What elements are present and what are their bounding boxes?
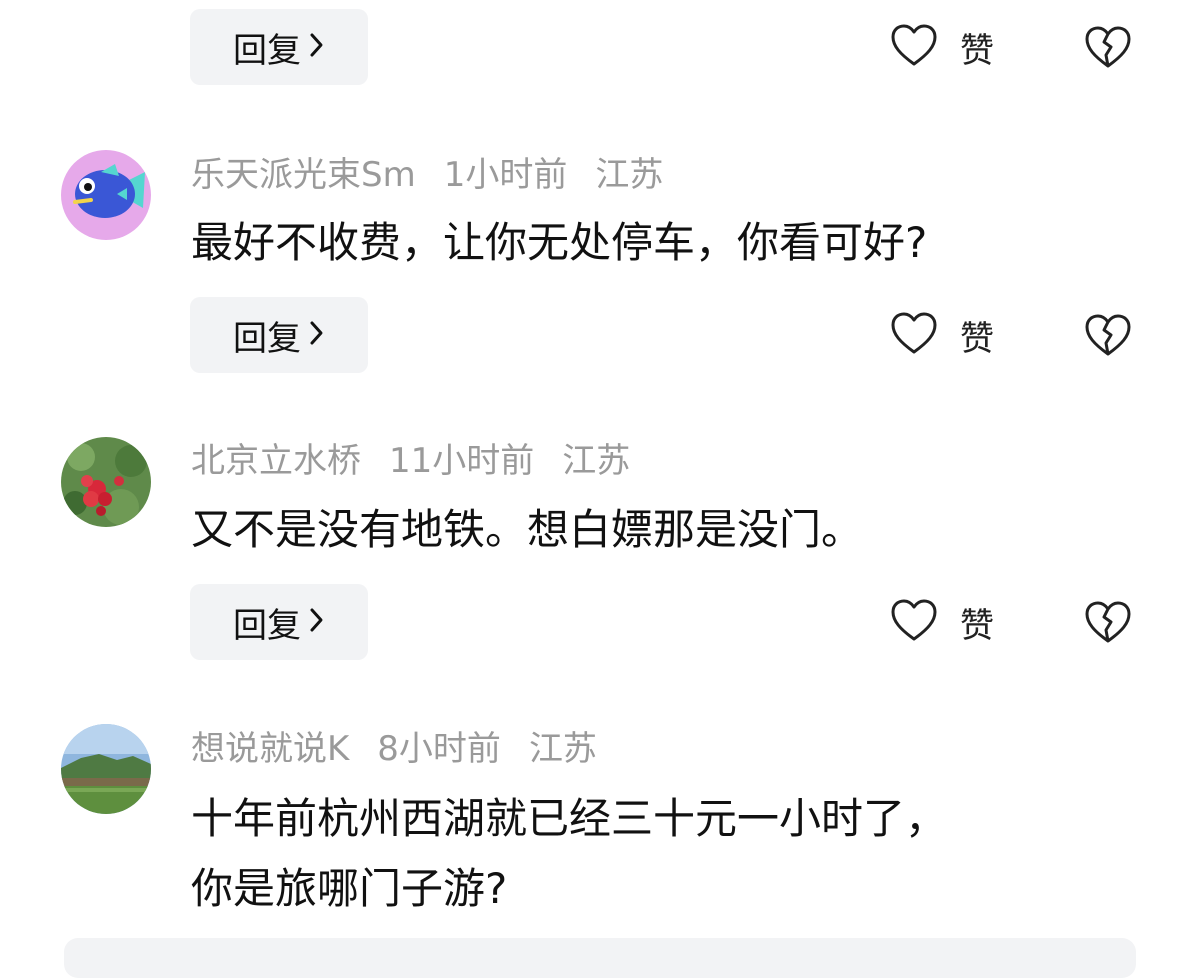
like-button[interactable]: 赞 <box>890 311 994 359</box>
chevron-right-icon <box>309 602 325 642</box>
username[interactable]: 想说就说K <box>191 729 349 769</box>
comment-text-line: 最好不收费，让你无处停车，你看可好? <box>191 218 928 267</box>
blue-fish-avatar-icon <box>61 150 151 240</box>
broken-heart-icon[interactable] <box>1084 600 1132 644</box>
like-button[interactable]: 赞 <box>890 598 994 646</box>
avatar[interactable] <box>61 437 151 527</box>
comment-meta: 乐天派光束Sm 1小时前 江苏 <box>191 155 691 195</box>
comment-actions: 回复 赞 <box>0 297 1200 373</box>
landscape-avatar-icon <box>61 724 151 814</box>
comment-location: 江苏 <box>562 441 631 481</box>
comment-meta: 想说就说K 8小时前 江苏 <box>191 729 625 769</box>
reply-label: 回复 <box>233 605 301 646</box>
reply-label: 回复 <box>233 318 301 359</box>
reply-button[interactable]: 回复 <box>190 297 368 373</box>
chevron-right-icon <box>309 27 325 67</box>
chevron-right-icon <box>309 315 325 355</box>
comment-time: 11小时前 <box>389 441 535 481</box>
comment-location: 江苏 <box>528 729 597 769</box>
avatar[interactable] <box>61 724 151 814</box>
avatar[interactable] <box>61 150 151 240</box>
comment-time: 1小时前 <box>443 155 568 195</box>
heart-icon <box>890 598 938 646</box>
username[interactable]: 北京立水桥 <box>191 441 361 481</box>
like-label: 赞 <box>960 318 994 359</box>
heart-icon <box>890 23 938 71</box>
reply-label: 回复 <box>233 30 301 71</box>
comment-text-line: 十年前杭州西湖就已经三十元一小时了， <box>191 794 948 843</box>
broken-heart-icon[interactable] <box>1084 313 1132 357</box>
red-flowers-avatar-icon <box>61 437 151 527</box>
broken-heart-icon[interactable] <box>1084 25 1132 69</box>
reply-preview-box[interactable] <box>64 938 1136 978</box>
reply-button[interactable]: 回复 <box>190 584 368 660</box>
comment-actions: 回复 赞 <box>0 584 1200 660</box>
comment-text-line: 又不是没有地铁。想白嫖那是没门。 <box>191 505 864 554</box>
heart-icon <box>890 311 938 359</box>
comment-text: 十年前杭州西湖就已经三十元一小时了， 你是旅哪门子游? <box>191 790 1151 918</box>
comment-meta: 北京立水桥 11小时前 江苏 <box>191 441 658 481</box>
comment-location: 江苏 <box>595 155 664 195</box>
comment-actions: 回复 赞 <box>0 9 1200 85</box>
username[interactable]: 乐天派光束Sm <box>191 155 416 195</box>
like-label: 赞 <box>960 30 994 71</box>
reply-button[interactable]: 回复 <box>190 9 368 85</box>
like-button[interactable]: 赞 <box>890 23 994 71</box>
comment-text: 又不是没有地铁。想白嫖那是没门。 <box>191 501 1151 559</box>
like-label: 赞 <box>960 605 994 646</box>
comment-text: 最好不收费，让你无处停车，你看可好? <box>191 214 1151 272</box>
comment-text-line: 你是旅哪门子游? <box>191 864 508 913</box>
comment-time: 8小时前 <box>377 729 501 769</box>
